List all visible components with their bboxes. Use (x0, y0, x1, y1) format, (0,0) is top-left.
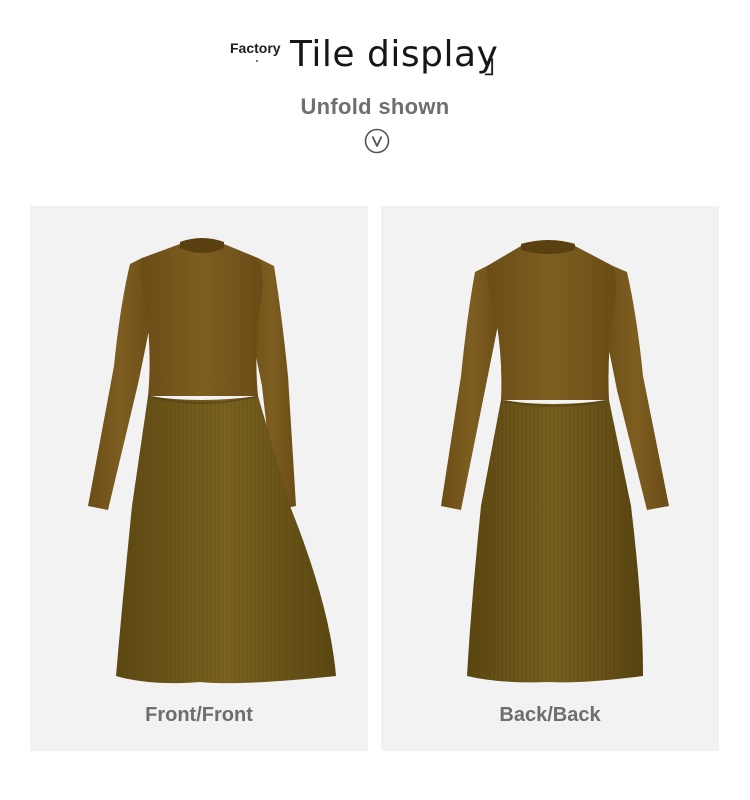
dress-front-image (88, 238, 336, 684)
dress-back-image (441, 240, 669, 683)
page-title: Tile display (290, 34, 499, 75)
header: Factory Tile display 」 Unfold shown (0, 0, 750, 190)
chevron-down-circle-icon (364, 128, 390, 154)
back-view-label: Back/Back (499, 704, 601, 726)
back-view-panel: Back/Back (381, 206, 719, 751)
front-view-panel: Front/Front (30, 206, 368, 751)
decorative-dot (256, 60, 258, 62)
title-bracket: 」 (484, 50, 511, 80)
factory-label: Factory (230, 40, 281, 56)
front-view-label: Front/Front (145, 704, 253, 726)
page-subtitle: Unfold shown (300, 94, 450, 119)
